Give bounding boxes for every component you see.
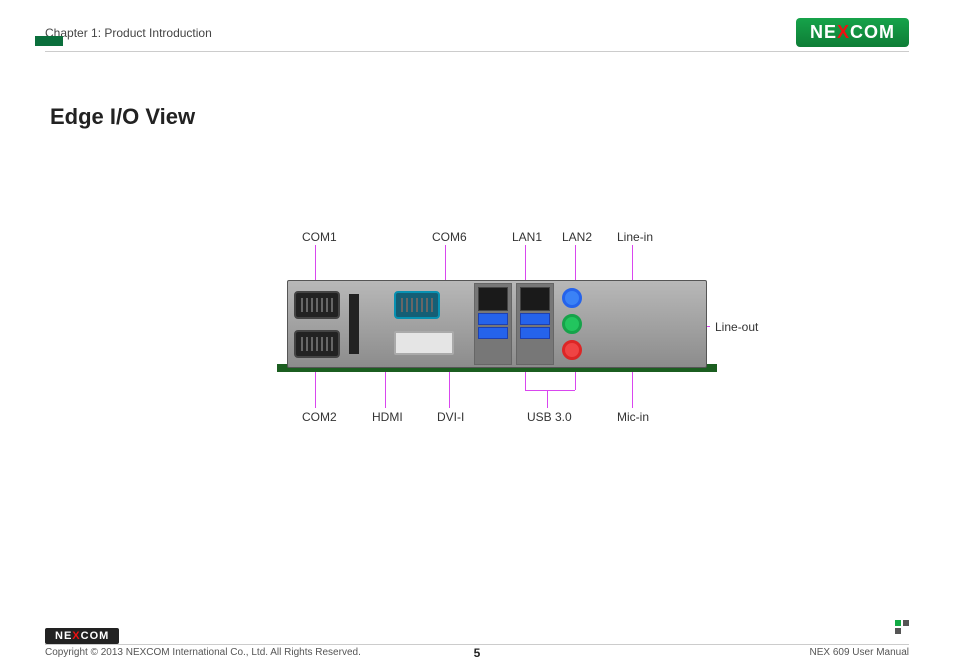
port-lan1 (478, 287, 508, 311)
label-usb30: USB 3.0 (527, 410, 572, 424)
port-usb3 (520, 313, 550, 325)
io-diagram: COM1 COM6 LAN1 LAN2 Line-in Line-out COM… (127, 200, 827, 480)
section-title: Edge I/O View (50, 104, 909, 130)
label-lan2: LAN2 (562, 230, 592, 244)
brand-logo: NEXCOM (796, 18, 909, 47)
label-com6: COM6 (432, 230, 467, 244)
lan-usb-block-1 (474, 283, 512, 365)
label-hdmi: HDMI (372, 410, 403, 424)
port-usb3 (520, 327, 550, 339)
manual-name: NEX 609 User Manual (810, 647, 910, 658)
chapter-label: Chapter 1: Product Introduction (45, 26, 212, 40)
io-panel (287, 280, 707, 368)
footer-decoration-icon (895, 620, 909, 634)
label-lan1: LAN1 (512, 230, 542, 244)
leader-line (547, 390, 548, 408)
port-com6 (394, 291, 440, 319)
logo-text-post: COM (850, 22, 895, 43)
port-usb3 (478, 327, 508, 339)
footer-logo-x: X (72, 630, 80, 642)
lan-usb-block-2 (516, 283, 554, 365)
port-dvii (394, 331, 454, 355)
jack-line-out (562, 314, 582, 334)
logo-text-x: X (837, 22, 850, 43)
audio-jack-group (556, 281, 588, 367)
label-micin: Mic-in (617, 410, 649, 424)
footer-logo-post: COM (81, 630, 110, 642)
page-number: 5 (474, 646, 481, 660)
label-com1: COM1 (302, 230, 337, 244)
logo-text-pre: NE (810, 22, 837, 43)
port-com2 (294, 330, 340, 358)
label-dvii: DVI-I (437, 410, 464, 424)
label-lineout: Line-out (715, 320, 758, 334)
label-linein: Line-in (617, 230, 653, 244)
port-com1 (294, 291, 340, 319)
port-usb3 (478, 313, 508, 325)
port-lan2 (520, 287, 550, 311)
copyright-text: Copyright © 2013 NEXCOM International Co… (45, 647, 361, 658)
jack-line-in (562, 288, 582, 308)
footer-logo-pre: NE (55, 630, 72, 642)
footer-logo: NEXCOM (45, 628, 119, 644)
jack-mic-in (562, 340, 582, 360)
port-hdmi (349, 294, 359, 354)
header-accent-tab (35, 36, 63, 46)
leader-line (525, 390, 575, 391)
label-com2: COM2 (302, 410, 337, 424)
